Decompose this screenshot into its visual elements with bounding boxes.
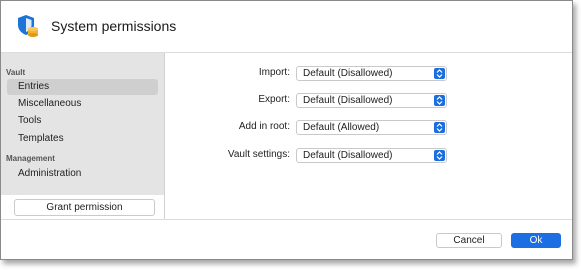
add-in-root-label: Add in root: [238,121,290,132]
window-title: System permissions [51,18,177,34]
export-select-value: Default (Disallowed) [303,95,393,106]
updown-chevron-icon [434,68,445,79]
updown-chevron-icon [434,122,445,133]
updown-chevron-icon [434,95,445,106]
sidebar-item-administration[interactable]: Administration [7,166,158,182]
sidebar-item-entries[interactable]: Entries [7,79,158,95]
title-bar: System permissions [1,1,572,53]
dialog-window: System permissions Vault Entries Miscell… [0,0,573,260]
import-label: Import: [258,67,290,78]
add-in-root-select-value: Default (Allowed) [303,122,380,133]
import-select[interactable]: Default (Disallowed) [296,66,447,81]
import-select-value: Default (Disallowed) [303,68,393,79]
sidebar-item-templates[interactable]: Templates [7,131,158,147]
vault-settings-select-value: Default (Disallowed) [303,150,393,161]
sidebar-footer: Grant permission [1,195,164,219]
sidebar-item-tools[interactable]: Tools [7,113,158,129]
export-label: Export: [258,94,290,105]
dialog-footer: Cancel Ok [1,219,572,259]
sidebar-section-management: Management [6,154,55,163]
export-select[interactable]: Default (Disallowed) [296,93,447,108]
add-in-root-select[interactable]: Default (Allowed) [296,120,447,135]
vault-settings-select[interactable]: Default (Disallowed) [296,148,447,163]
cancel-button[interactable]: Cancel [436,233,502,248]
ok-button[interactable]: Ok [511,233,561,248]
sidebar: Vault Entries Miscellaneous Tools Templa… [1,53,165,219]
shield-database-icon [18,15,38,37]
grant-permission-button[interactable]: Grant permission [14,199,155,216]
vault-settings-label: Vault settings: [227,149,290,160]
sidebar-section-vault: Vault [6,68,26,77]
updown-chevron-icon [434,150,445,161]
sidebar-item-miscellaneous[interactable]: Miscellaneous [7,96,158,112]
